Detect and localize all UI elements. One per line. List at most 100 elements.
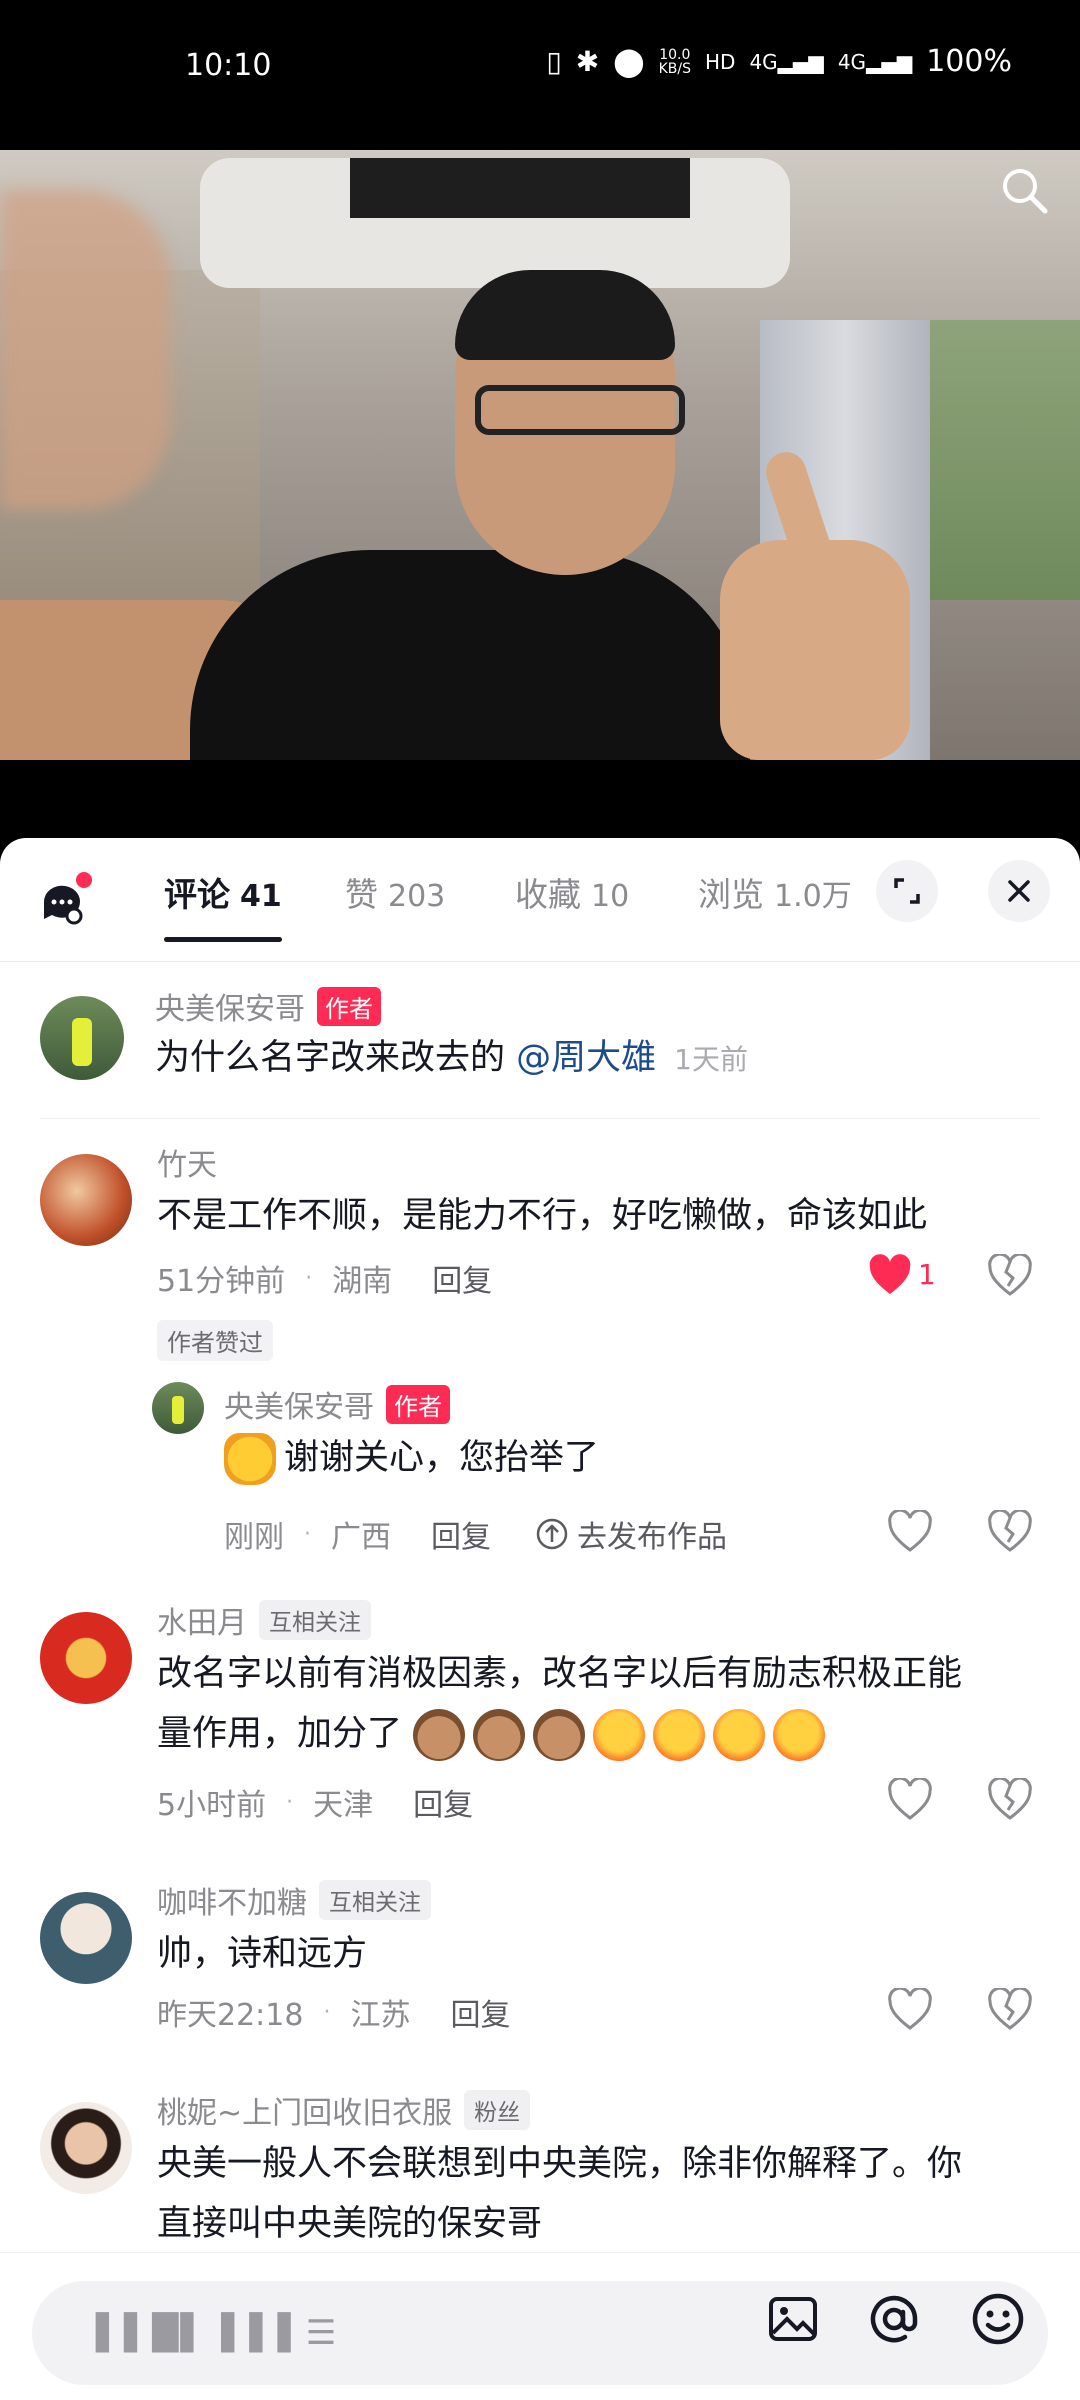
- heart-icon[interactable]: [888, 1988, 932, 2032]
- pray-emoji-icon: [224, 1433, 276, 1485]
- publish-work-label: 去发布作品: [577, 1520, 727, 1555]
- comment-line-text: 量作用，加分了: [157, 1714, 403, 1754]
- avatar[interactable]: [40, 2102, 132, 2194]
- bluetooth-icon: ✱: [575, 45, 600, 78]
- reply-text[interactable]: 谢谢关心，您抬举了: [224, 1428, 599, 1488]
- publish-work-link[interactable]: 去发布作品: [535, 1512, 727, 1556]
- comment-username[interactable]: 央美保安哥 作者: [155, 984, 381, 1028]
- avatar[interactable]: [40, 996, 124, 1080]
- bear-emoji-icon: [413, 1709, 466, 1761]
- comment-line: 改名字以前有消极因素，改名字以后有励志积极正能: [157, 1654, 963, 1694]
- mention-icon[interactable]: [866, 2291, 922, 2347]
- reply-meta: 刚刚 · 广西 回复 去发布作品: [224, 1512, 727, 1556]
- tab-favorites-label: 收藏: [515, 875, 581, 914]
- comment-location: 湖南: [332, 1264, 393, 1299]
- tab-underline: [164, 937, 282, 942]
- username-text: 水田月: [157, 1606, 247, 1641]
- tab-views[interactable]: 浏览 1.0万: [698, 868, 852, 916]
- video-player[interactable]: [0, 150, 1080, 760]
- tab-views-label: 浏览: [698, 875, 764, 914]
- comment-location: 天津: [313, 1788, 374, 1823]
- broken-heart-icon[interactable]: [988, 1988, 1032, 2032]
- heart-filled-icon[interactable]: [868, 1254, 912, 1298]
- comment-body: 为什么名字改来改去的: [155, 1038, 517, 1078]
- video-frame: [0, 150, 1080, 760]
- comment-username[interactable]: 竹天: [157, 1140, 217, 1184]
- mutual-follow-badge: 互相关注: [319, 1880, 431, 1920]
- reply-username[interactable]: 央美保安哥 作者: [224, 1382, 450, 1426]
- status-bar: 10:10 ▯ ✱ ⬤ 10.0 KB/S HD 4G▂▄▆ 4G▂▄▆ 100%: [0, 0, 1080, 150]
- emoji-icon[interactable]: [970, 2291, 1026, 2347]
- comment-text[interactable]: 不是工作不顺，是能力不行，好吃懒做，命该如此: [157, 1186, 927, 1246]
- comment-time: 5小时前: [157, 1788, 267, 1823]
- avatar[interactable]: [40, 1892, 132, 1984]
- comment-line: 量作用，加分了: [157, 1704, 1057, 1764]
- reply-time: 刚刚: [224, 1520, 284, 1555]
- mutual-follow-badge: 互相关注: [259, 1600, 371, 1640]
- reply-body: 谢谢关心，您抬举了: [284, 1438, 600, 1478]
- location-icon: ⬤: [613, 45, 645, 78]
- tab-comments-label: 评论: [164, 875, 230, 914]
- tab-likes[interactable]: 赞 203: [345, 868, 445, 916]
- tab-views-count: 1.0万: [774, 879, 852, 914]
- comment-text[interactable]: 改名字以前有消极因素，改名字以后有励志积极正能 量作用，加分了: [157, 1644, 1057, 1764]
- author-liked-badge: 作者赞过: [157, 1320, 273, 1361]
- expand-icon[interactable]: [876, 860, 938, 922]
- comment-tabs: 评论 41 赞 203 收藏 10 浏览 1.0万: [0, 838, 1080, 962]
- comment-text[interactable]: 帅，诗和远方: [157, 1924, 367, 1984]
- angry-emoji-icon: [593, 1709, 646, 1761]
- comment-time: 51分钟前: [157, 1264, 286, 1299]
- bear-emoji-icon: [533, 1709, 586, 1761]
- tab-comments-count: 41: [240, 879, 282, 914]
- comment-line: 央美一般人不会联想到中央美院，除非你解释了。你: [157, 2144, 963, 2184]
- tab-favorites-count: 10: [591, 879, 630, 914]
- upload-icon: [536, 1518, 568, 1550]
- reply-button[interactable]: 回复: [431, 1512, 491, 1556]
- comment-location: 江苏: [350, 1998, 411, 2033]
- broken-heart-icon[interactable]: [988, 1778, 1032, 1822]
- input-placeholder: ▌▌█▌ ▌▌▌☰: [96, 2313, 339, 2353]
- status-time: 10:10: [185, 48, 272, 83]
- tab-comments[interactable]: 评论 41: [164, 868, 282, 942]
- mention-link[interactable]: @周大雄: [516, 1038, 656, 1078]
- author-badge: 作者: [386, 1384, 450, 1424]
- broken-heart-icon[interactable]: [988, 1510, 1032, 1554]
- comment-username[interactable]: 咖啡不加糖 互相关注: [157, 1878, 431, 1922]
- username-text: 竹天: [157, 1148, 217, 1183]
- broken-heart-icon[interactable]: [988, 1254, 1032, 1298]
- chat-settings-icon[interactable]: [38, 872, 92, 928]
- avatar[interactable]: [152, 1382, 204, 1434]
- divider: [40, 1118, 1040, 1119]
- comment-text[interactable]: 央美一般人不会联想到中央美院，除非你解释了。你 直接叫中央美院的保安哥: [157, 2134, 1057, 2254]
- angry-emoji-icon: [713, 1709, 766, 1761]
- avatar[interactable]: [40, 1154, 132, 1246]
- comment-username[interactable]: 水田月 互相关注: [157, 1598, 371, 1642]
- reply-button[interactable]: 回复: [413, 1780, 473, 1824]
- comment-line: 直接叫中央美院的保安哥: [157, 2204, 543, 2244]
- status-icons: ▯ ✱ ⬤ 10.0 KB/S HD 4G▂▄▆ 4G▂▄▆ 100%: [546, 44, 1012, 79]
- reply-button[interactable]: 回复: [450, 1990, 510, 2034]
- notification-dot: [76, 872, 92, 888]
- comment-time: 昨天22:18: [157, 1998, 304, 2033]
- reply-location: 广西: [331, 1520, 391, 1555]
- comment-text[interactable]: 为什么名字改来改去的 @周大雄 1天前: [155, 1028, 748, 1090]
- tab-favorites[interactable]: 收藏 10: [515, 868, 629, 916]
- username-text: 央美保安哥: [224, 1390, 374, 1425]
- heart-icon[interactable]: [888, 1510, 932, 1554]
- close-icon[interactable]: [988, 860, 1050, 922]
- hd-icon: HD: [704, 49, 736, 74]
- username-text: 咖啡不加糖: [157, 1886, 307, 1921]
- signal-icon-1: 4G▂▄▆: [749, 49, 824, 74]
- avatar[interactable]: [40, 1612, 132, 1704]
- heart-icon[interactable]: [888, 1778, 932, 1822]
- image-icon[interactable]: [765, 2291, 821, 2347]
- comment-username[interactable]: 桃妮~上门回收旧衣服 粉丝: [157, 2088, 531, 2132]
- comment-sheet: 评论 41 赞 203 收藏 10 浏览 1.0万 央美保安哥 作者 为什么名字…: [0, 838, 1080, 2400]
- search-icon[interactable]: [994, 160, 1054, 220]
- reply-button[interactable]: 回复: [432, 1256, 492, 1300]
- username-text: 央美保安哥: [155, 992, 305, 1027]
- vibrate-icon: ▯: [546, 45, 562, 78]
- comment-time: 1天前: [674, 1043, 748, 1076]
- like-count: 1: [918, 1258, 936, 1291]
- angry-emoji-icon: [773, 1709, 826, 1761]
